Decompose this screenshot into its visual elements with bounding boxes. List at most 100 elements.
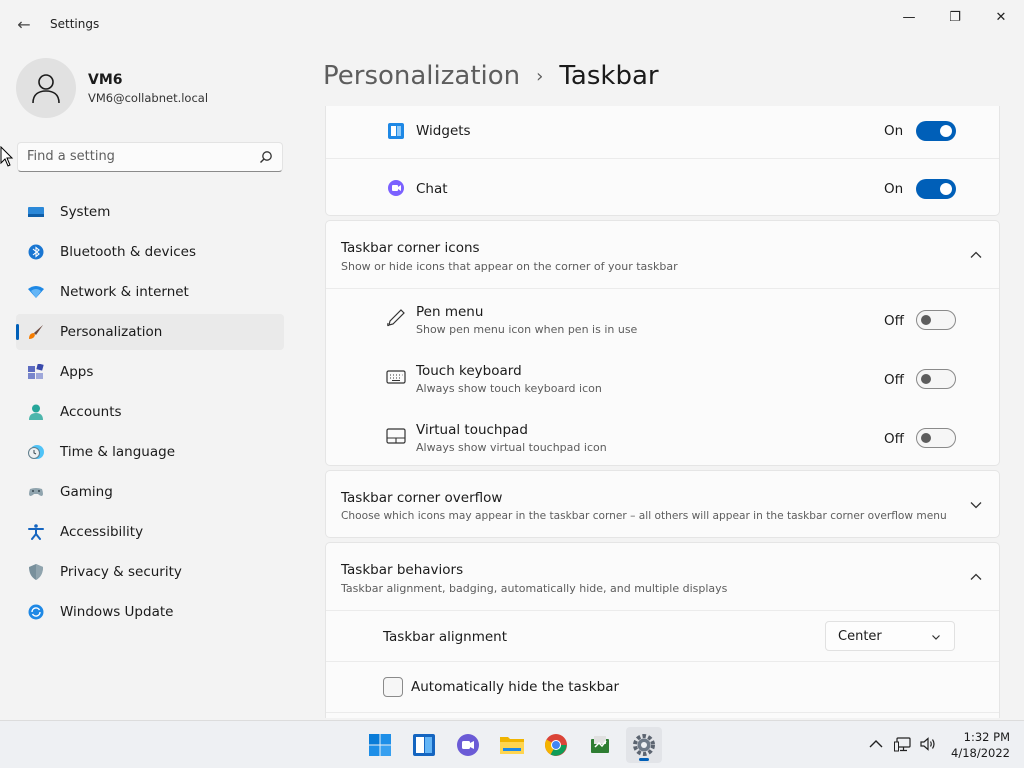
taskbar-file-explorer[interactable]	[494, 727, 530, 763]
maximize-button[interactable]: ❐	[932, 4, 978, 30]
virtual-touchpad-row[interactable]: Virtual touchpad Always show virtual tou…	[326, 407, 999, 466]
sidebar-item-gaming[interactable]: Gaming	[16, 474, 284, 510]
sidebar-item-label: Gaming	[60, 484, 113, 500]
chat-state: On	[884, 181, 904, 197]
app-title: Settings	[50, 17, 100, 31]
show-hidden-icons-chevron-icon[interactable]	[867, 735, 885, 753]
virtual-touchpad-label: Virtual touchpad	[416, 422, 528, 438]
corner-icons-title: Taskbar corner icons	[341, 240, 480, 256]
search-icon[interactable]	[259, 150, 273, 164]
start-icon	[369, 734, 391, 756]
brush-icon	[29, 325, 43, 339]
active-app-indicator	[639, 758, 649, 761]
back-button[interactable]: ←	[10, 12, 38, 36]
taskbar-chat[interactable]	[450, 727, 486, 763]
widgets-icon	[413, 734, 435, 756]
pen-menu-toggle[interactable]	[916, 310, 956, 330]
sidebar-item-apps[interactable]: Apps	[16, 354, 284, 390]
close-icon: ✕	[995, 9, 1007, 25]
settings-icon	[633, 734, 655, 756]
sidebar-item-privacy[interactable]: Privacy & security	[16, 554, 284, 590]
sidebar-item-label: Privacy & security	[60, 564, 182, 580]
corner-icons-header[interactable]: Taskbar corner icons Show or hide icons …	[326, 221, 999, 288]
widgets-icon	[388, 123, 404, 139]
back-arrow-icon: ←	[17, 14, 31, 34]
sidebar-item-network[interactable]: Network & internet	[16, 274, 284, 310]
breadcrumb: Personalization › Taskbar	[323, 58, 659, 94]
sidebar-item-label: Network & internet	[60, 284, 189, 300]
behaviors-title: Taskbar behaviors	[341, 562, 464, 578]
accounts-icon	[29, 404, 43, 420]
chrome-icon	[545, 734, 567, 756]
pen-menu-row[interactable]: Pen menu Show pen menu icon when pen is …	[326, 289, 999, 348]
profile-name: VM6	[88, 72, 123, 88]
taskbar-widgets[interactable]	[406, 727, 442, 763]
widgets-toggle[interactable]	[916, 121, 956, 141]
virtual-touchpad-state: Off	[884, 431, 904, 447]
sidebar-item-time-language[interactable]: Time & language	[16, 434, 284, 470]
minimize-button[interactable]: —	[886, 4, 932, 30]
close-button[interactable]: ✕	[978, 4, 1024, 30]
alignment-select[interactable]: Center	[825, 621, 955, 651]
corner-icons-subtitle: Show or hide icons that appear on the co…	[341, 260, 678, 273]
sidebar-item-label: Accessibility	[60, 524, 144, 540]
divider	[326, 712, 999, 713]
clock-globe-icon	[28, 445, 44, 459]
settings-content[interactable]: Widgets On Chat On Taskbar corner icons …	[325, 106, 1000, 718]
sidebar-nav: System Bluetooth & devices Network & int…	[16, 194, 284, 634]
chevron-up-icon[interactable]	[969, 570, 983, 584]
clock-date[interactable]: 4/18/2022	[944, 746, 1010, 760]
taskbar-app[interactable]	[582, 727, 618, 763]
taskbar-chrome[interactable]	[538, 727, 574, 763]
sidebar-item-accounts[interactable]: Accounts	[16, 394, 284, 430]
sidebar-item-personalization[interactable]: Personalization	[16, 314, 284, 350]
virtual-touchpad-toggle[interactable]	[916, 428, 956, 448]
sidebar-item-label: Windows Update	[60, 604, 174, 620]
search-input[interactable]	[27, 149, 247, 164]
touchpad-icon	[386, 428, 406, 444]
breadcrumb-parent[interactable]: Personalization	[323, 61, 520, 91]
avatar[interactable]	[16, 58, 76, 118]
corner-overflow-card[interactable]: Taskbar corner overflow Choose which ico…	[325, 470, 1000, 538]
keyboard-icon	[386, 370, 406, 384]
accessibility-icon	[28, 524, 44, 540]
sidebar-item-label: Bluetooth & devices	[60, 244, 197, 260]
volume-icon[interactable]	[919, 735, 937, 753]
sidebar-item-windows-update[interactable]: Windows Update	[16, 594, 284, 630]
title-bar: ← Settings — ❐ ✕	[0, 0, 1024, 48]
start-button[interactable]	[362, 727, 398, 763]
touch-keyboard-toggle[interactable]	[916, 369, 956, 389]
alignment-value: Center	[838, 629, 882, 644]
chevron-down-icon	[932, 635, 940, 640]
autohide-row[interactable]: Automatically hide the taskbar	[326, 662, 999, 712]
chat-row[interactable]: Chat On	[326, 159, 999, 216]
sidebar-item-system[interactable]: System	[16, 194, 284, 230]
chevron-up-icon[interactable]	[969, 248, 983, 262]
touch-keyboard-row[interactable]: Touch keyboard Always show touch keyboar…	[326, 348, 999, 407]
touch-keyboard-label: Touch keyboard	[416, 363, 522, 379]
chat-toggle[interactable]	[916, 179, 956, 199]
corner-overflow-subtitle: Choose which icons may appear in the tas…	[341, 510, 947, 522]
sidebar-item-label: Accounts	[60, 404, 122, 420]
taskbar-settings[interactable]	[626, 727, 662, 763]
wifi-icon	[28, 286, 44, 298]
widgets-row[interactable]: Widgets On	[326, 106, 999, 158]
touch-keyboard-state: Off	[884, 372, 904, 388]
pen-menu-state: Off	[884, 313, 904, 329]
update-icon	[28, 604, 44, 620]
autohide-label: Automatically hide the taskbar	[411, 679, 620, 695]
taskbar-items-card: Widgets On Chat On	[325, 106, 1000, 216]
chat-icon	[388, 180, 404, 196]
behaviors-header[interactable]: Taskbar behaviors Taskbar alignment, bad…	[326, 543, 999, 610]
network-icon[interactable]	[894, 735, 912, 753]
clock-time[interactable]: 1:32 PM	[952, 730, 1010, 744]
autohide-checkbox[interactable]	[383, 677, 403, 697]
virtual-touchpad-sub: Always show virtual touchpad icon	[416, 441, 607, 454]
mouse-cursor-icon	[0, 146, 14, 167]
search-box[interactable]	[17, 142, 283, 172]
chevron-right-icon: ›	[536, 65, 544, 87]
file-explorer-icon	[500, 737, 524, 754]
sidebar-item-accessibility[interactable]: Accessibility	[16, 514, 284, 550]
sidebar-item-bluetooth[interactable]: Bluetooth & devices	[16, 234, 284, 270]
chevron-down-icon[interactable]	[969, 498, 983, 512]
